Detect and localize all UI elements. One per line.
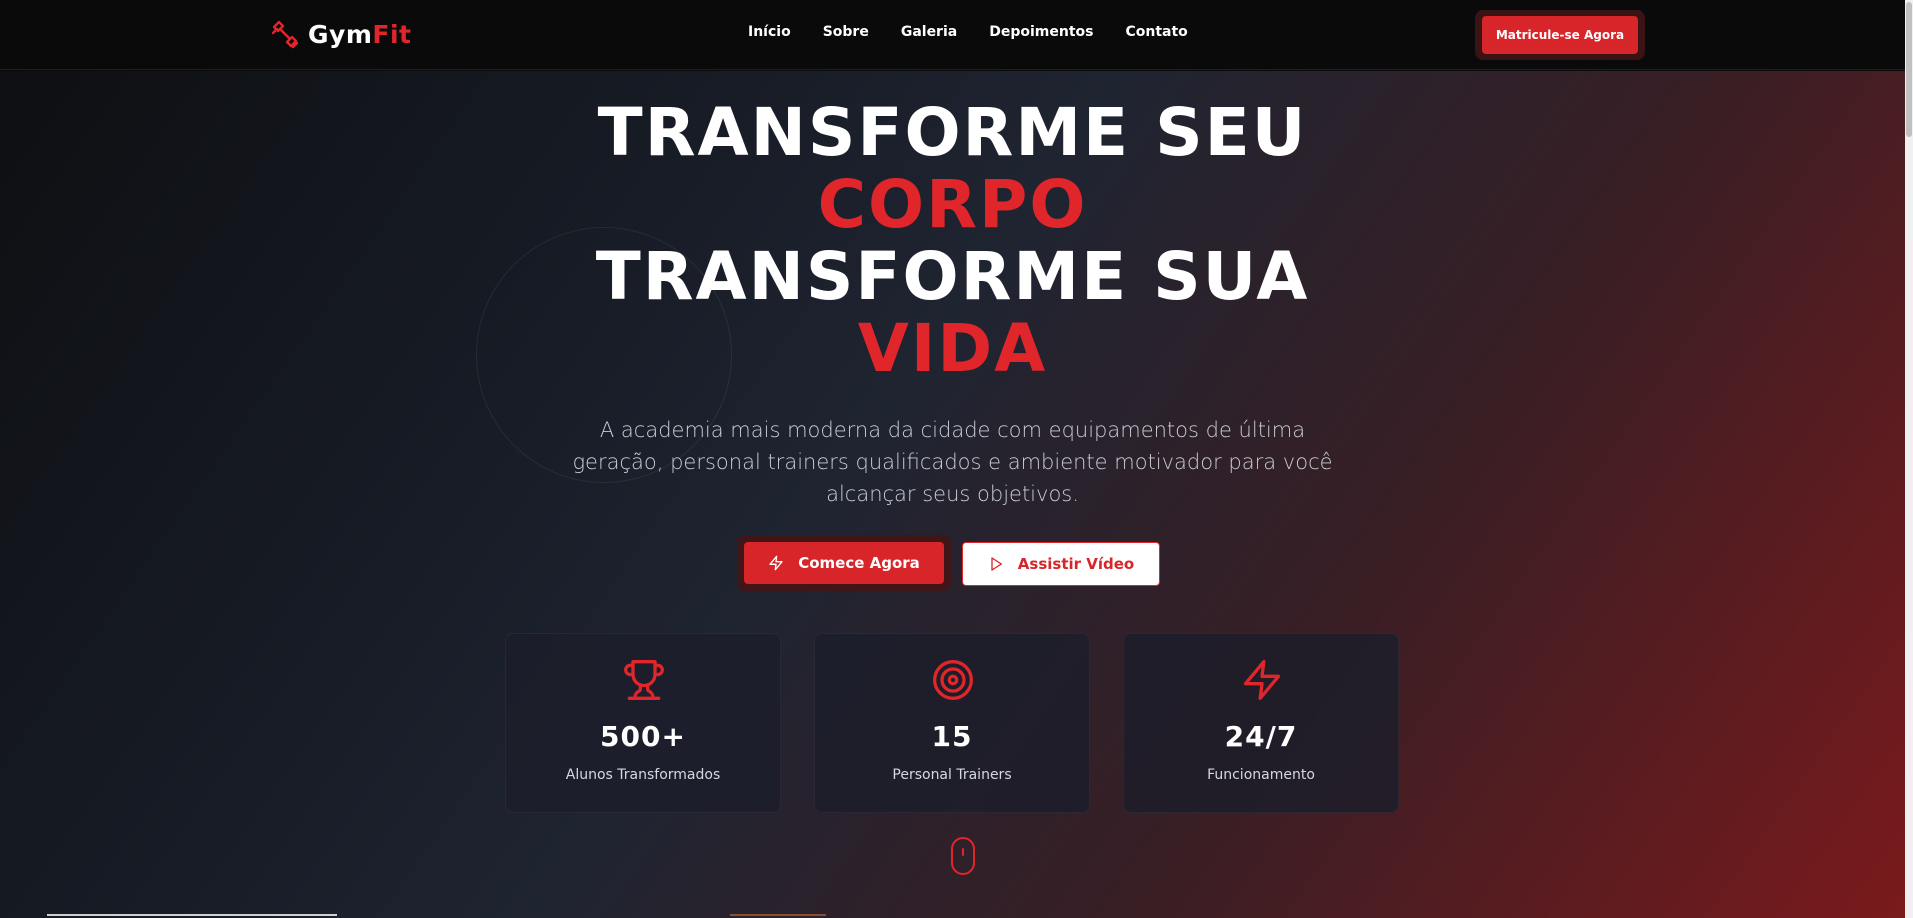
start-now-button[interactable]: Comece Agora [737,535,951,591]
headline-line-1: TRANSFORME SEU [597,94,1308,171]
stat-label: Personal Trainers [892,767,1012,783]
stat-value: 15 [931,720,973,753]
nav-link-depoimentos[interactable]: Depoimentos [989,24,1093,40]
stat-card-students: 500+ Alunos Transformados [505,633,781,813]
headline-line-4: VIDA [857,310,1048,387]
scroll-wheel [962,848,964,856]
stat-value: 24/7 [1224,720,1298,753]
scrollbar-thumb[interactable] [1906,2,1912,137]
headline-line-3: TRANSFORME SUA [595,238,1310,315]
start-now-button-inner: Comece Agora [744,542,944,584]
scroll-indicator[interactable] [951,837,975,875]
enroll-button[interactable]: Matricule-se Agora [1475,10,1645,60]
stat-label: Funcionamento [1207,767,1315,783]
hero-section: TRANSFORME SEU CORPO TRANSFORME SUA VIDA… [0,71,1905,918]
nav-link-contato[interactable]: Contato [1125,24,1187,40]
start-now-label: Comece Agora [798,554,920,572]
stat-value: 500+ [600,720,686,753]
enroll-button-label: Matricule-se Agora [1482,16,1638,54]
logo[interactable]: GymFit [270,18,411,50]
stat-label: Alunos Transformados [565,767,721,783]
bottom-divider-accent [730,914,826,916]
stat-card-trainers: 15 Personal Trainers [814,633,1090,813]
nav-link-sobre[interactable]: Sobre [823,24,869,40]
navbar: GymFit Início Sobre Galeria Depoimentos … [0,0,1905,70]
stat-card-hours: 24/7 Funcionamento [1123,633,1399,813]
nav-link-galeria[interactable]: Galeria [901,24,957,40]
watch-video-button[interactable]: Assistir Vídeo [962,542,1160,586]
logo-text: GymFit [308,19,412,49]
trophy-icon [624,660,664,700]
hero-subtitle: A academia mais moderna da cidade com eq… [572,418,1333,506]
lightning-icon [769,555,783,571]
target-icon [933,660,973,700]
bottom-divider [47,914,337,916]
play-icon [991,557,1002,571]
page-scrollbar[interactable] [1905,0,1913,918]
hero-headline: TRANSFORME SEU CORPO TRANSFORME SUA VIDA [0,97,1905,385]
headline-line-2: CORPO [817,166,1088,243]
nav-links: Início Sobre Galeria Depoimentos Contato [748,24,1188,40]
dumbbell-icon [271,20,299,49]
nav-link-inicio[interactable]: Início [748,24,791,40]
lightning-icon [1243,660,1281,700]
watch-video-label: Assistir Vídeo [1017,555,1135,573]
